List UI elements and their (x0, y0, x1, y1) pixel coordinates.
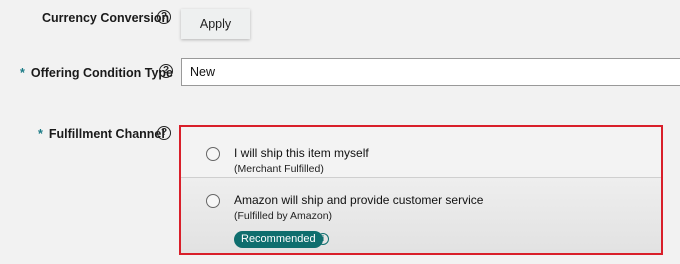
offering-condition-select[interactable]: New (181, 58, 680, 86)
fulfillment-channel-label: * Fulfillment Channel (38, 127, 165, 141)
question-circle-icon[interactable]: ? (159, 64, 173, 78)
recommended-badge: Recommended (234, 231, 323, 248)
merchant-fulfilled-radio[interactable] (206, 147, 220, 161)
option-title: Amazon will ship and provide customer se… (234, 193, 484, 207)
option-title: I will ship this item myself (234, 146, 369, 160)
fulfillment-channel-label-text: Fulfillment Channel (48, 127, 165, 141)
fulfillment-channel-options: I will ship this item myself (Merchant F… (179, 125, 663, 255)
currency-conversion-label: Currency Conversion (42, 11, 169, 25)
fulfillment-option-merchant[interactable]: I will ship this item myself (Merchant F… (181, 127, 661, 177)
offering-condition-label-text: Offering Condition Type (30, 66, 173, 80)
required-marker: * (38, 127, 43, 141)
fulfilled-by-amazon-radio[interactable] (206, 194, 220, 208)
offering-condition-label: * Offering Condition Type (20, 66, 173, 80)
info-circle-icon[interactable]: i (317, 233, 329, 245)
question-circle-icon[interactable]: ? (157, 10, 171, 24)
question-circle-icon[interactable]: ? (157, 126, 171, 140)
offering-condition-value: New (190, 65, 216, 79)
currency-conversion-label-text: Currency Conversion (42, 11, 170, 25)
apply-button[interactable]: Apply (181, 9, 250, 39)
option-subtitle: (Merchant Fulfilled) (234, 163, 324, 175)
required-marker: * (20, 66, 25, 80)
option-subtitle: (Fulfilled by Amazon) (234, 210, 333, 222)
fulfillment-option-amazon[interactable]: Amazon will ship and provide customer se… (181, 178, 661, 253)
